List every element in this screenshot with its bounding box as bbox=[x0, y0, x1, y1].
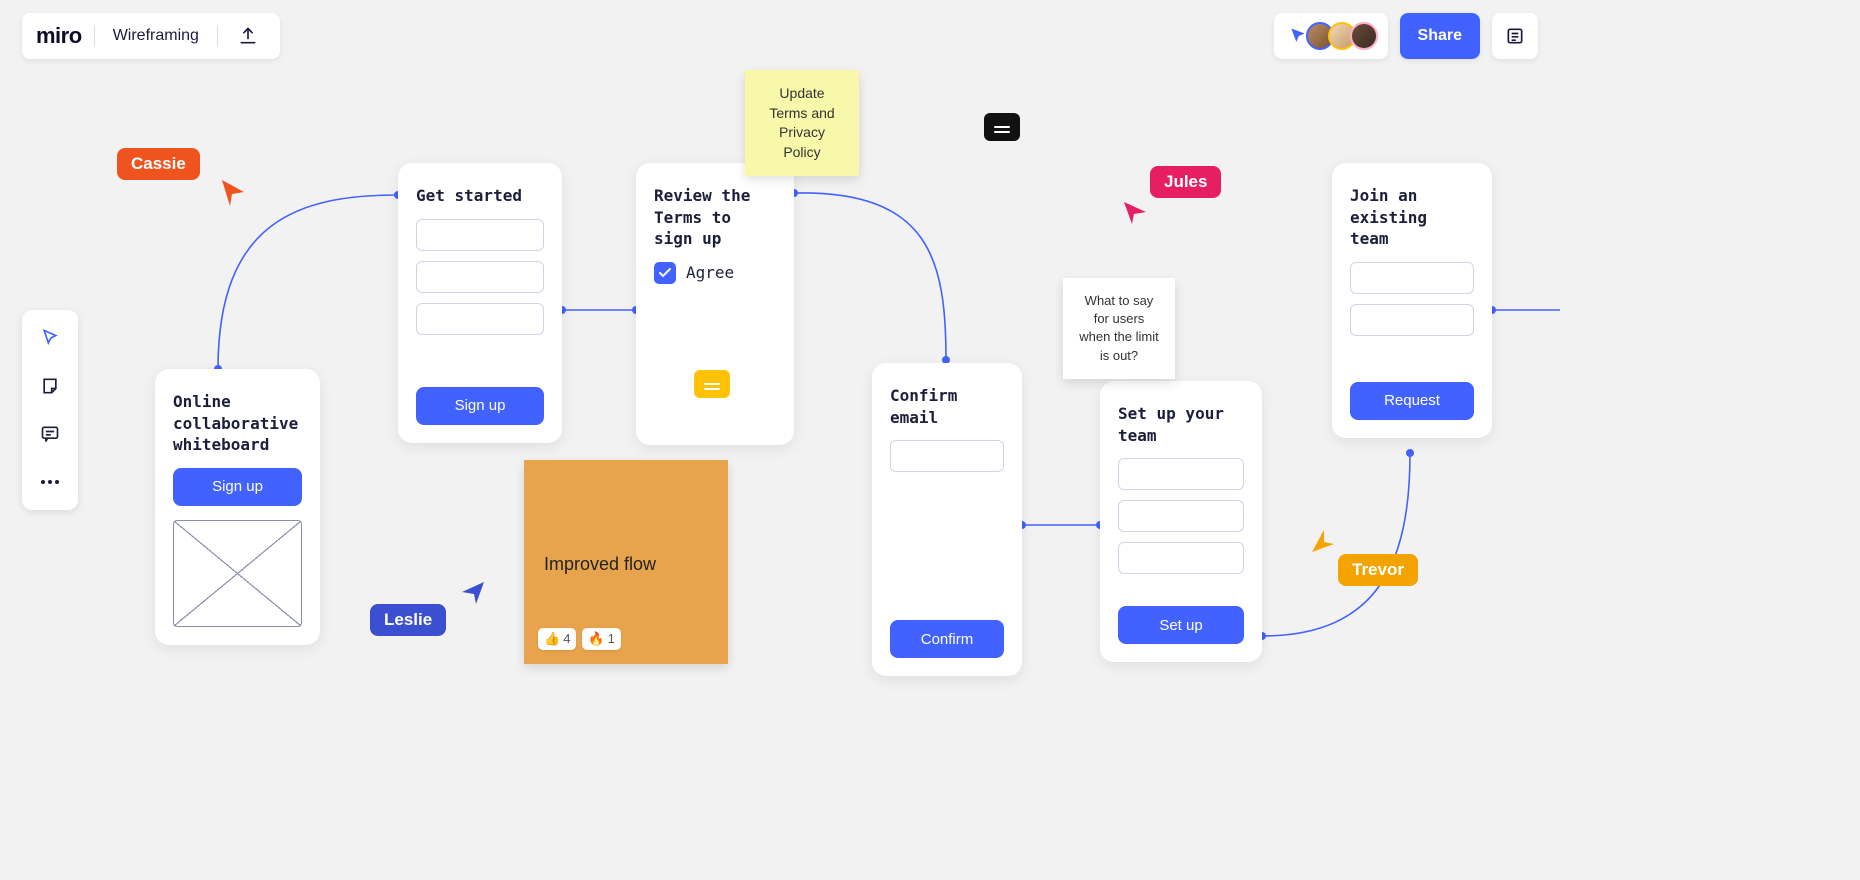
sticky-text: Improved flow bbox=[544, 552, 708, 577]
reaction-fire[interactable]: 🔥1 bbox=[582, 628, 620, 650]
input-field[interactable] bbox=[416, 303, 544, 335]
wireframe-card-get-started[interactable]: Get started Sign up bbox=[398, 163, 562, 443]
input-field[interactable] bbox=[416, 219, 544, 251]
presence-cursor-leslie: Leslie bbox=[370, 604, 446, 636]
presence-cursor-jules: Jules bbox=[1150, 166, 1221, 198]
input-field[interactable] bbox=[1118, 500, 1244, 532]
cursor-arrow-icon bbox=[1122, 200, 1148, 226]
canvas[interactable]: Online collaborative whiteboard Sign up … bbox=[0, 0, 1560, 770]
comment-marker-icon[interactable] bbox=[984, 113, 1020, 141]
input-field[interactable] bbox=[1118, 542, 1244, 574]
input-field[interactable] bbox=[1350, 262, 1474, 294]
card-title: Join an existing team bbox=[1350, 185, 1474, 250]
lines-icon bbox=[994, 126, 1010, 128]
request-button[interactable]: Request bbox=[1350, 382, 1474, 420]
card-title: Online collaborative whiteboard bbox=[173, 391, 302, 456]
wireframe-card-confirm-email[interactable]: Confirm email Confirm bbox=[872, 363, 1022, 676]
card-title: Confirm email bbox=[890, 385, 1004, 428]
reaction-thumbs-up[interactable]: 👍4 bbox=[538, 628, 576, 650]
presence-cursor-cassie: Cassie bbox=[117, 148, 200, 180]
cursor-arrow-icon bbox=[460, 580, 486, 606]
lines-icon bbox=[704, 383, 720, 385]
confirm-button[interactable]: Confirm bbox=[890, 620, 1004, 658]
agree-checkbox[interactable] bbox=[654, 262, 676, 284]
setup-button[interactable]: Set up bbox=[1118, 606, 1244, 644]
cursor-arrow-icon bbox=[1310, 528, 1336, 554]
wireframe-card-setup-team[interactable]: Set up your team Set up bbox=[1100, 381, 1262, 662]
wireframe-card-online[interactable]: Online collaborative whiteboard Sign up bbox=[155, 369, 320, 645]
sticky-note-terms[interactable]: Update Terms and Privacy Policy bbox=[745, 70, 859, 176]
input-field[interactable] bbox=[1118, 458, 1244, 490]
card-title: Review the Terms to sign up bbox=[654, 185, 776, 250]
signup-button[interactable]: Sign up bbox=[416, 387, 544, 425]
sticky-note-limit[interactable]: What to say for users when the limit is … bbox=[1063, 278, 1175, 379]
card-title: Set up your team bbox=[1118, 403, 1244, 446]
signup-button[interactable]: Sign up bbox=[173, 468, 302, 506]
cursor-arrow-icon bbox=[220, 178, 246, 208]
sticky-note-improved-flow[interactable]: Improved flow 👍4 🔥1 bbox=[524, 460, 728, 664]
agree-label: Agree bbox=[686, 263, 734, 282]
card-title: Get started bbox=[416, 185, 544, 207]
wireframe-card-join-team[interactable]: Join an existing team Request bbox=[1332, 163, 1492, 438]
presence-cursor-trevor: Trevor bbox=[1338, 554, 1418, 586]
input-field[interactable] bbox=[1350, 304, 1474, 336]
input-field[interactable] bbox=[416, 261, 544, 293]
comment-marker-icon[interactable] bbox=[694, 370, 730, 398]
input-field[interactable] bbox=[890, 440, 1004, 472]
image-placeholder bbox=[173, 520, 302, 628]
